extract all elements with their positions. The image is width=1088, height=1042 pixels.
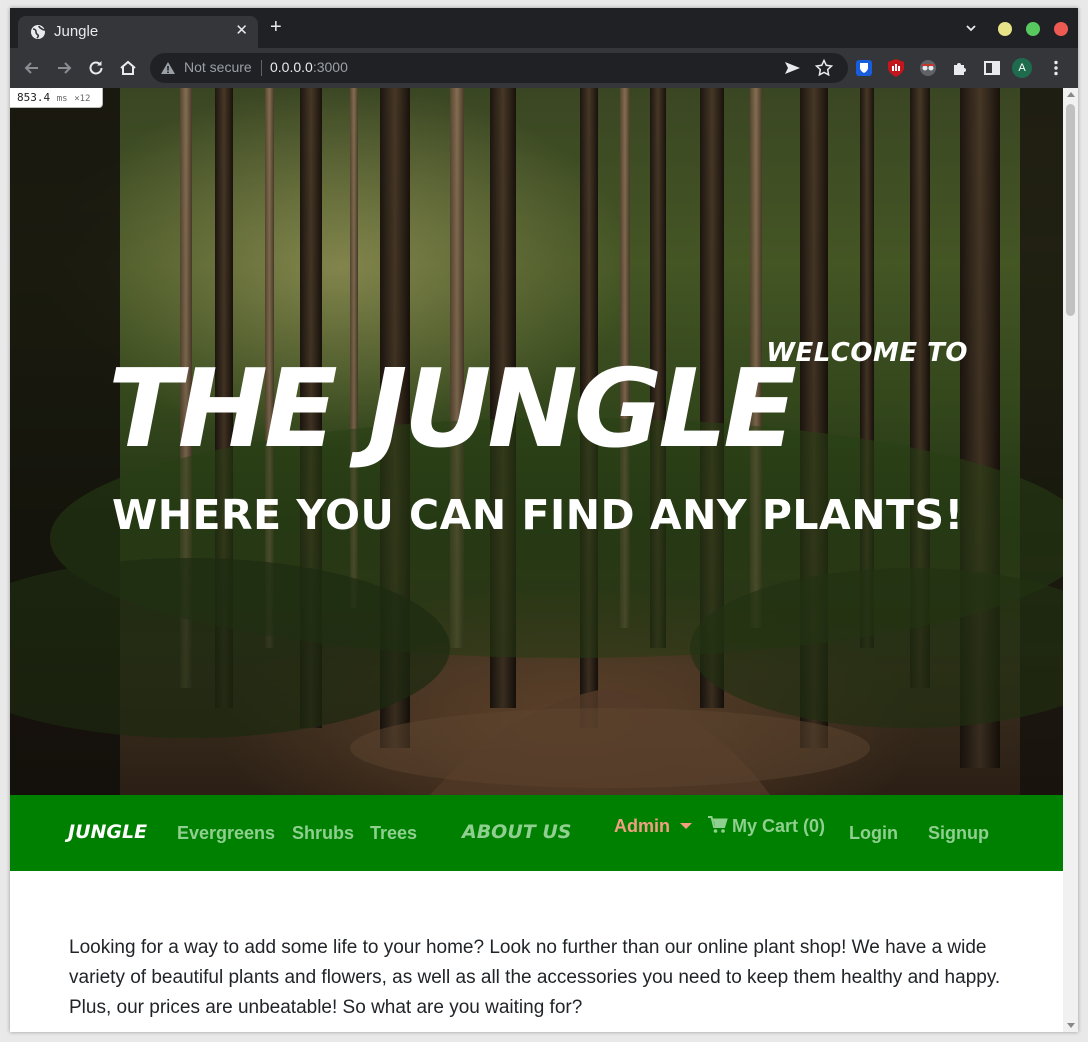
address-divider: [261, 60, 262, 76]
hero-banner: WELCOME TO THE JUNGLE WHERE YOU CAN FIND…: [10, 88, 1063, 795]
nav-link-trees[interactable]: Trees: [370, 823, 417, 844]
nav-link-login[interactable]: Login: [849, 823, 898, 844]
nav-link-shrubs[interactable]: Shrubs: [292, 823, 354, 844]
main-navbar: JUNGLE Evergreens Shrubs Trees ABOUT US …: [10, 795, 1063, 871]
brand-link[interactable]: JUNGLE: [68, 821, 147, 843]
back-arrow-icon[interactable]: [22, 58, 42, 78]
security-status-label[interactable]: Not secure: [184, 59, 252, 75]
ublock-icon[interactable]: [886, 58, 906, 78]
browser-window: Jungle ✕ + Not secure 0.0.0.0:3000 A 853…: [10, 8, 1078, 1032]
profile-avatar[interactable]: A: [1012, 58, 1032, 78]
extension-glasses-icon[interactable]: [918, 58, 938, 78]
bitwarden-shield-icon[interactable]: [854, 58, 874, 78]
close-window-button[interactable]: [1054, 22, 1068, 36]
nav-link-about-us[interactable]: ABOUT US: [462, 821, 571, 843]
reload-icon[interactable]: [86, 58, 106, 78]
intro-paragraph: Looking for a way to add some life to yo…: [69, 937, 1001, 1018]
chevron-down-icon[interactable]: [965, 22, 977, 34]
shopping-cart-icon: [708, 816, 728, 833]
send-icon[interactable]: [782, 58, 802, 78]
minimize-button[interactable]: [998, 22, 1012, 36]
globe-icon: [31, 25, 46, 39]
tab-close-icon[interactable]: ✕: [235, 21, 248, 39]
more-menu-icon[interactable]: [1046, 58, 1066, 78]
url-port: :3000: [312, 59, 348, 75]
admin-dropdown-toggle[interactable]: Admin: [614, 816, 670, 837]
forward-arrow-icon[interactable]: [54, 58, 74, 78]
tab-strip: Jungle ✕ +: [10, 8, 1078, 48]
render-time-badge: 853.4 ms ×12: [10, 88, 103, 108]
tab-title: Jungle: [54, 23, 99, 40]
render-count: ×12: [74, 94, 91, 104]
my-cart-label: My Cart (0): [732, 816, 826, 836]
home-icon[interactable]: [118, 58, 138, 78]
nav-link-evergreens[interactable]: Evergreens: [177, 823, 275, 844]
scroll-up-arrow-icon[interactable]: [1067, 92, 1075, 97]
new-tab-button[interactable]: +: [270, 17, 282, 37]
scroll-down-arrow-icon[interactable]: [1067, 1023, 1075, 1028]
hero-title: THE JUNGLE: [108, 347, 797, 472]
render-time-unit: ms: [56, 94, 68, 104]
page-scrollbar[interactable]: [1063, 88, 1078, 1032]
warning-icon[interactable]: [160, 60, 176, 76]
address-bar[interactable]: Not secure 0.0.0.0:3000: [150, 53, 848, 83]
nav-link-signup[interactable]: Signup: [928, 823, 989, 844]
my-cart-link[interactable]: My Cart (0): [708, 816, 825, 837]
url-text[interactable]: 0.0.0.0:3000: [270, 59, 348, 75]
hero-subtitle: WHERE YOU CAN FIND ANY PLANTS!: [112, 491, 964, 539]
side-panel-icon[interactable]: [982, 58, 1002, 78]
caret-down-icon[interactable]: [680, 823, 692, 829]
browser-tab[interactable]: Jungle ✕: [18, 16, 258, 48]
scrollbar-thumb[interactable]: [1066, 104, 1075, 316]
page-viewport: WELCOME TO THE JUNGLE WHERE YOU CAN FIND…: [10, 88, 1063, 1032]
extensions-puzzle-icon[interactable]: [950, 58, 970, 78]
url-host: 0.0.0.0: [270, 59, 313, 75]
maximize-button[interactable]: [1026, 22, 1040, 36]
browser-toolbar: Not secure 0.0.0.0:3000 A: [10, 48, 1078, 88]
bookmark-star-icon[interactable]: [814, 58, 834, 78]
render-time-value: 853.4: [17, 91, 51, 104]
